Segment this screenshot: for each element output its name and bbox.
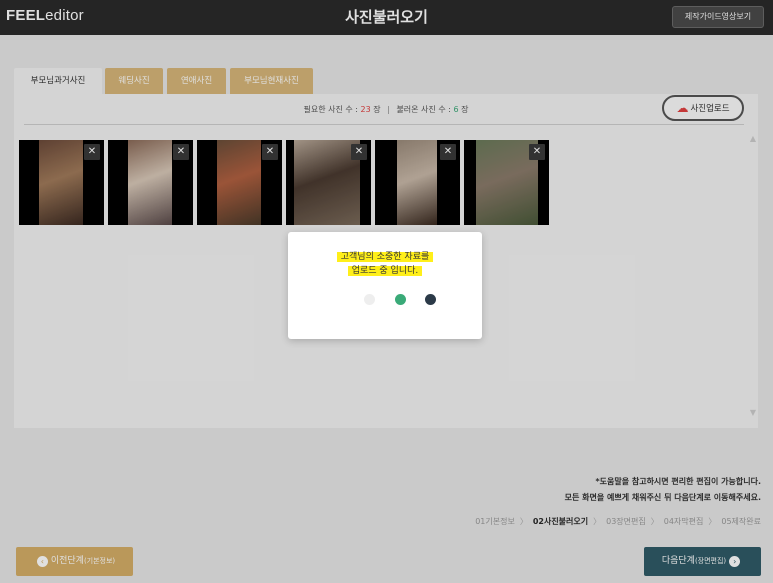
loading-dot bbox=[395, 294, 406, 305]
loading-dot bbox=[364, 294, 375, 305]
upload-message-line1: 고객님의 소중한 자료를 bbox=[336, 252, 434, 262]
upload-message: 고객님의 소중한 자료를 업로드 중 입니다. bbox=[288, 250, 482, 278]
loading-dot bbox=[425, 294, 436, 305]
upload-message-line2: 업로드 중 입니다. bbox=[347, 266, 423, 276]
upload-progress-modal: 고객님의 소중한 자료를 업로드 중 입니다. bbox=[288, 232, 482, 339]
